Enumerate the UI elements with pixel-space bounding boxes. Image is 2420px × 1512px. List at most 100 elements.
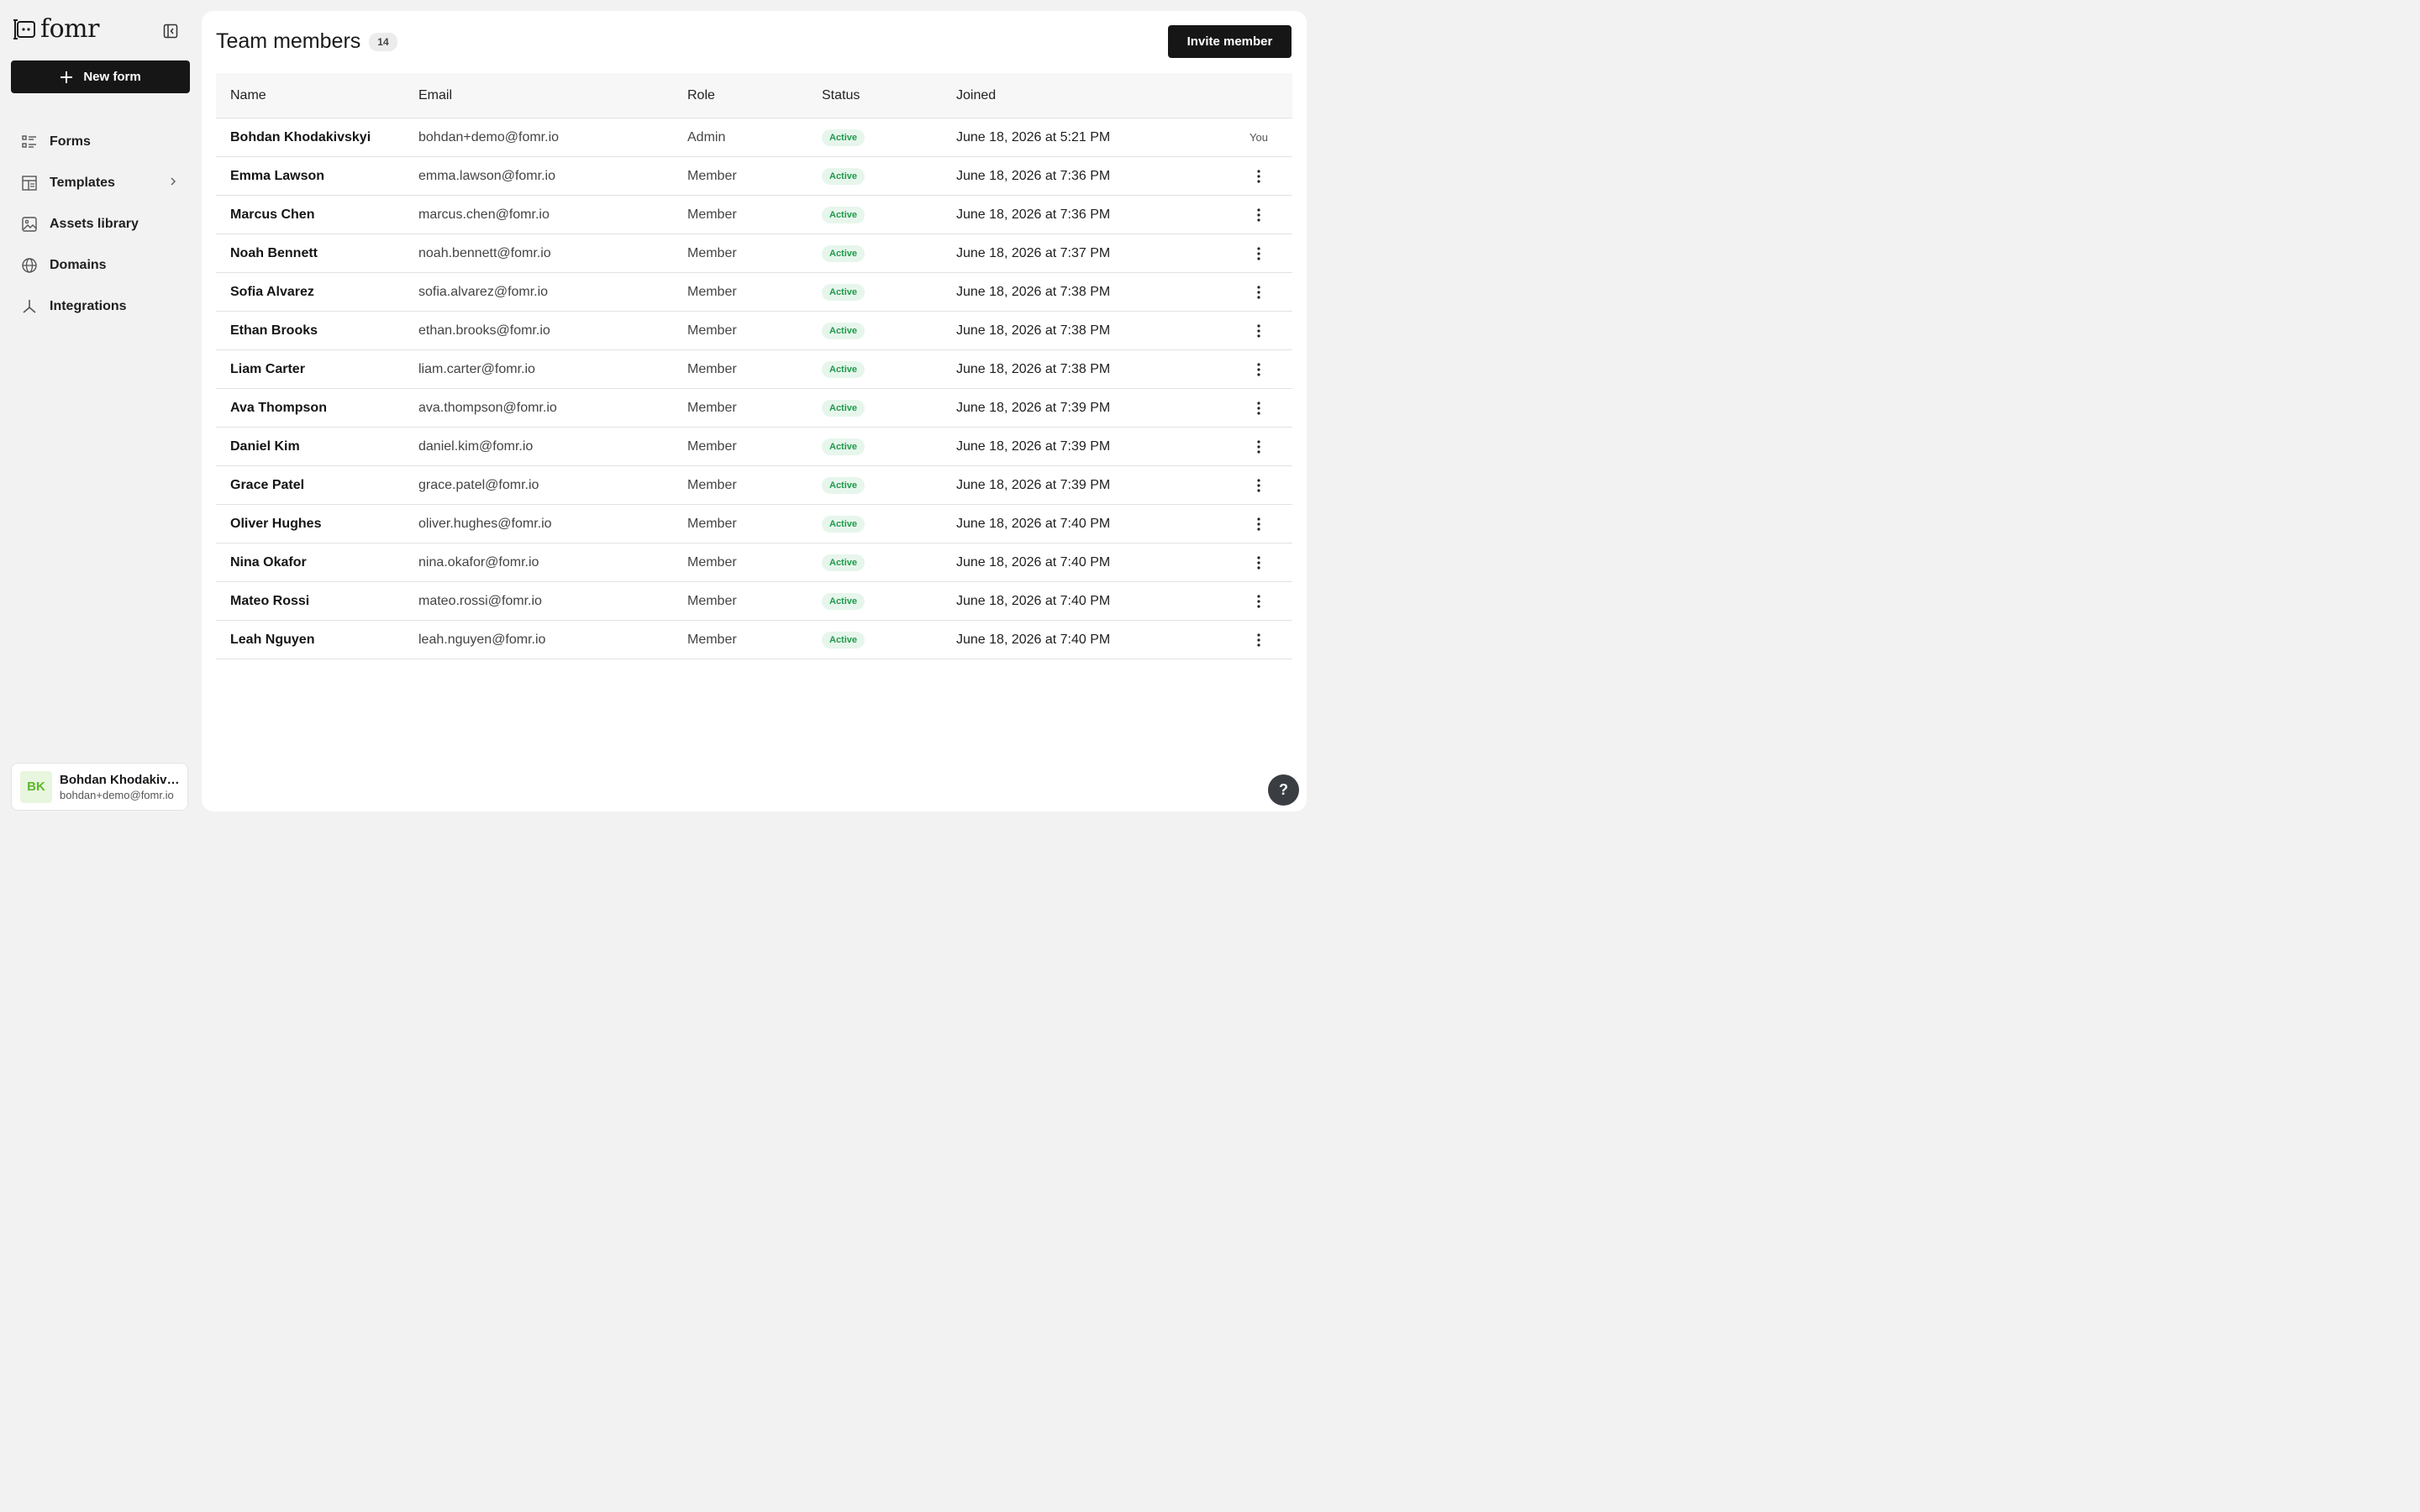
member-joined: June 18, 2026 at 7:38 PM xyxy=(956,323,1111,338)
sidebar-item-label: Forms xyxy=(50,134,91,149)
table-row: Oliver Hughes oliver.hughes@fomr.io Memb… xyxy=(216,505,1292,543)
help-button[interactable]: ? xyxy=(1268,774,1299,806)
sidebar-item-domains[interactable]: Domains xyxy=(20,244,188,286)
table-row: Ethan Brooks ethan.brooks@fomr.io Member… xyxy=(216,312,1292,350)
member-joined: June 18, 2026 at 7:40 PM xyxy=(956,516,1111,531)
member-role: Member xyxy=(687,400,737,415)
member-joined: June 18, 2026 at 7:39 PM xyxy=(956,438,1111,454)
member-role: Member xyxy=(687,323,737,338)
row-action-cell xyxy=(1208,516,1292,533)
row-actions-button[interactable] xyxy=(1250,554,1267,571)
member-email: marcus.chen@fomr.io xyxy=(418,207,550,222)
row-action-cell xyxy=(1208,632,1292,648)
logo[interactable]: fomr xyxy=(13,17,99,42)
status-badge: Active xyxy=(822,438,865,455)
more-vertical-icon xyxy=(1257,439,1260,454)
row-actions-button[interactable] xyxy=(1250,593,1267,610)
member-name: Ava Thompson xyxy=(230,400,327,415)
status-cell: Active xyxy=(822,554,956,571)
status-badge: Active xyxy=(822,476,865,494)
sidebar-item-label: Templates xyxy=(50,175,115,190)
more-vertical-icon xyxy=(1257,246,1260,260)
more-vertical-icon xyxy=(1257,401,1260,415)
row-actions-button[interactable] xyxy=(1250,477,1267,494)
sidebar-item-forms[interactable]: Forms xyxy=(20,121,188,162)
row-actions-button[interactable] xyxy=(1250,400,1267,417)
member-role: Member xyxy=(687,361,737,376)
table-row: Noah Bennett noah.bennett@fomr.io Member… xyxy=(216,234,1292,273)
member-role: Member xyxy=(687,207,737,222)
avatar: BK xyxy=(20,770,52,803)
member-email: noah.bennett@fomr.io xyxy=(418,245,551,260)
member-name: Grace Patel xyxy=(230,477,305,492)
member-email: oliver.hughes@fomr.io xyxy=(418,516,552,531)
member-joined: June 18, 2026 at 7:38 PM xyxy=(956,284,1111,299)
row-actions-button[interactable] xyxy=(1250,245,1267,262)
status-cell: Active xyxy=(822,283,956,301)
sidebar-nav: Forms Templates Assets library Domains I… xyxy=(20,121,188,327)
row-actions-button[interactable] xyxy=(1250,632,1267,648)
member-joined: June 18, 2026 at 7:37 PM xyxy=(956,245,1111,260)
new-form-button[interactable]: New form xyxy=(11,60,190,93)
more-vertical-icon xyxy=(1257,555,1260,570)
status-cell: Active xyxy=(822,244,956,262)
row-action-cell xyxy=(1208,361,1292,378)
row-actions-button[interactable] xyxy=(1250,323,1267,339)
user-account-card[interactable]: BK Bohdan Khodakivskyi bohdan+demo@fomr.… xyxy=(11,763,188,811)
chevron-right-icon xyxy=(171,177,176,186)
table-row: Marcus Chen marcus.chen@fomr.io Member A… xyxy=(216,196,1292,234)
member-email: grace.patel@fomr.io xyxy=(418,477,539,492)
row-actions-button[interactable] xyxy=(1250,207,1267,223)
member-email: mateo.rossi@fomr.io xyxy=(418,593,542,608)
more-vertical-icon xyxy=(1257,207,1260,222)
member-name: Leah Nguyen xyxy=(230,632,315,647)
member-email: ava.thompson@fomr.io xyxy=(418,400,557,415)
status-cell: Active xyxy=(822,631,956,648)
row-actions-button[interactable] xyxy=(1250,168,1267,185)
member-role: Admin xyxy=(687,129,726,144)
sidebar-item-label: Integrations xyxy=(50,298,127,313)
member-email: ethan.brooks@fomr.io xyxy=(418,323,550,338)
member-role: Member xyxy=(687,477,737,492)
table-row: Grace Patel grace.patel@fomr.io Member A… xyxy=(216,466,1292,505)
table-row: Ava Thompson ava.thompson@fomr.io Member… xyxy=(216,389,1292,428)
sidebar-item-templates[interactable]: Templates xyxy=(20,162,188,203)
member-joined: June 18, 2026 at 7:40 PM xyxy=(956,632,1111,647)
status-badge: Active xyxy=(822,592,865,610)
page-title: Team members 14 xyxy=(216,29,397,54)
status-cell: Active xyxy=(822,515,956,533)
member-joined: June 18, 2026 at 7:36 PM xyxy=(956,168,1111,183)
page-title-text: Team members xyxy=(216,29,361,53)
member-name: Ethan Brooks xyxy=(230,323,318,338)
collapse-sidebar-button[interactable] xyxy=(161,22,180,40)
status-cell: Active xyxy=(822,206,956,223)
member-count-badge: 14 xyxy=(369,32,397,51)
member-email: liam.carter@fomr.io xyxy=(418,361,535,376)
row-action-cell xyxy=(1208,284,1292,301)
invite-member-button[interactable]: Invite member xyxy=(1168,25,1292,58)
status-badge: Active xyxy=(822,244,865,262)
member-email: nina.okafor@fomr.io xyxy=(418,554,539,570)
table-row: Nina Okafor nina.okafor@fomr.io Member A… xyxy=(216,543,1292,582)
member-role: Member xyxy=(687,168,737,183)
main-panel: Team members 14 Invite member Name Email… xyxy=(202,11,1307,811)
status-badge: Active xyxy=(822,554,865,571)
user-name: Bohdan Khodakivskyi xyxy=(60,772,184,787)
status-badge: Active xyxy=(822,360,865,378)
row-actions-button[interactable] xyxy=(1250,516,1267,533)
sidebar-item-integrations[interactable]: Integrations xyxy=(20,286,188,327)
status-badge: Active xyxy=(822,283,865,301)
status-badge: Active xyxy=(822,515,865,533)
sidebar-item-assets-library[interactable]: Assets library xyxy=(20,203,188,244)
status-cell: Active xyxy=(822,167,956,185)
table-row: Mateo Rossi mateo.rossi@fomr.io Member A… xyxy=(216,582,1292,621)
member-name: Marcus Chen xyxy=(230,207,315,222)
status-cell: Active xyxy=(822,438,956,455)
status-cell: Active xyxy=(822,129,956,146)
column-header-name: Name xyxy=(230,87,266,102)
row-actions-button[interactable] xyxy=(1250,438,1267,455)
row-action-cell xyxy=(1208,438,1292,455)
row-actions-button[interactable] xyxy=(1250,361,1267,378)
row-actions-button[interactable] xyxy=(1250,284,1267,301)
user-email: bohdan+demo@fomr.io xyxy=(60,788,174,801)
